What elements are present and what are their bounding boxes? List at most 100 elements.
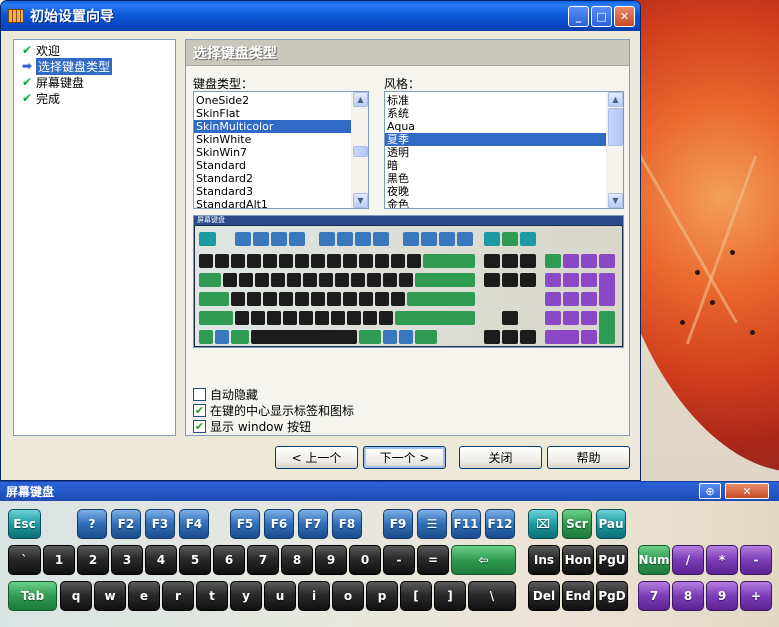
keyboard-type-item[interactable]: StandardAlt1 [194,198,368,208]
key[interactable]: Del [528,581,560,611]
scroll-thumb[interactable] [353,146,368,157]
keyboard-type-item[interactable]: SkinWin7 [194,146,368,159]
key[interactable]: F5 [230,509,260,539]
key[interactable]: e [128,581,160,611]
style-item[interactable]: 系统 [385,107,623,120]
key[interactable]: - [740,545,772,575]
style-item[interactable]: 夏季 [385,133,623,146]
key[interactable]: q [60,581,92,611]
key[interactable]: - [383,545,415,575]
key[interactable]: 4 [145,545,177,575]
key[interactable]: Num [638,545,670,575]
key[interactable]: Tab [8,581,57,611]
minimize-button[interactable]: _ [568,5,589,27]
style-item[interactable]: 夜晚 [385,185,623,198]
style-item[interactable]: 标准 [385,94,623,107]
key[interactable]: u [264,581,296,611]
key[interactable]: ] [434,581,466,611]
help-button[interactable]: 帮助 [547,446,630,469]
key[interactable]: PgD [596,581,628,611]
keyboard-type-item[interactable]: OneSide2 [194,94,368,107]
maximize-button[interactable]: □ [591,5,612,27]
keyboard-type-item[interactable]: Standard2 [194,172,368,185]
key[interactable]: y [230,581,262,611]
style-item[interactable]: 暗 [385,159,623,172]
key[interactable]: 7 [247,545,279,575]
pin-button[interactable]: ⊕ [699,483,721,499]
key[interactable]: i [298,581,330,611]
key[interactable]: 3 [111,545,143,575]
scroll-down-icon[interactable]: ▼ [353,193,368,208]
key[interactable]: F8 [332,509,362,539]
osk-title-bar[interactable]: 屏幕键盘 [0,482,779,501]
key[interactable]: F11 [451,509,481,539]
key[interactable]: F4 [179,509,209,539]
key[interactable]: F3 [145,509,175,539]
key[interactable]: Esc [8,509,41,539]
next-button[interactable]: 下一个 > [363,446,446,469]
option-show-center-labels[interactable]: ✔ 在键的中心显示标签和图标 [193,402,354,419]
key[interactable]: F12 [485,509,515,539]
key[interactable]: Pau [596,509,626,539]
checkbox-show-center-labels[interactable]: ✔ [193,404,206,417]
key[interactable]: F7 [298,509,328,539]
key[interactable]: End [562,581,594,611]
key[interactable]: Hon [562,545,594,575]
checkbox-auto-hide[interactable] [193,388,206,401]
key[interactable]: [ [400,581,432,611]
key[interactable]: p [366,581,398,611]
style-item[interactable]: 透明 [385,146,623,159]
key[interactable]: w [94,581,126,611]
keyboard-type-list[interactable]: OneSide2 SkinFlat SkinMulticolor SkinWhite S… [193,91,369,209]
key[interactable]: F6 [264,509,294,539]
key[interactable]: 8 [281,545,313,575]
scroll-up-icon[interactable]: ▲ [353,92,368,107]
key[interactable]: + [740,581,772,611]
close-button[interactable]: 关闭 [459,446,542,469]
key[interactable]: 1 [43,545,75,575]
keyboard-type-item[interactable]: SkinWhite [194,133,368,146]
type-list-scrollbar[interactable]: ▲ ▼ [351,92,368,208]
key[interactable]: 0 [349,545,381,575]
title-bar[interactable]: 初始设置向导 _ □ ✕ [1,1,640,31]
close-window-button[interactable]: ✕ [614,5,635,27]
keyboard-type-item[interactable]: SkinFlat [194,107,368,120]
key[interactable]: F9 [383,509,413,539]
keyboard-type-item[interactable]: Standard [194,159,368,172]
style-item[interactable]: 黑色 [385,172,623,185]
option-show-window-buttons[interactable]: ✔ 显示 window 按钮 [193,418,311,435]
key[interactable]: ⌧ [528,509,558,539]
key[interactable]: * [706,545,738,575]
key[interactable]: o [332,581,364,611]
style-item[interactable]: 金色 [385,198,623,208]
keyboard-type-item[interactable]: SkinMulticolor [194,120,368,133]
key[interactable]: ☰ [417,509,447,539]
style-list-scrollbar[interactable]: ▲ ▼ [606,92,623,208]
back-button[interactable]: < 上一个 [275,446,358,469]
key[interactable]: 9 [706,581,738,611]
key[interactable]: ` [8,545,41,575]
keyboard-type-item[interactable]: Standard3 [194,185,368,198]
key[interactable]: 9 [315,545,347,575]
checkbox-show-window-buttons[interactable]: ✔ [193,420,206,433]
key[interactable]: Ins [528,545,560,575]
key[interactable]: r [162,581,194,611]
scroll-down-icon[interactable]: ▼ [608,193,623,208]
key[interactable]: = [417,545,449,575]
key[interactable]: ⇦ [451,545,516,575]
key[interactable]: F2 [111,509,141,539]
style-list[interactable]: 标准 系统 Aqua 夏季 透明暗黑色 夜晚 金色 ▲ ▼ [384,91,624,209]
key[interactable]: \ [468,581,516,611]
key[interactable]: PgU [596,545,628,575]
option-auto-hide[interactable]: 自动隐藏 [193,386,258,403]
key[interactable]: Scr [562,509,592,539]
key[interactable]: t [196,581,228,611]
scroll-thumb[interactable] [608,108,623,146]
key[interactable]: 2 [77,545,109,575]
key[interactable]: / [672,545,704,575]
key[interactable]: 6 [213,545,245,575]
key[interactable]: 5 [179,545,211,575]
osk-close-button[interactable]: ✕ [725,483,769,499]
scroll-up-icon[interactable]: ▲ [608,92,623,107]
style-item[interactable]: Aqua [385,120,623,133]
